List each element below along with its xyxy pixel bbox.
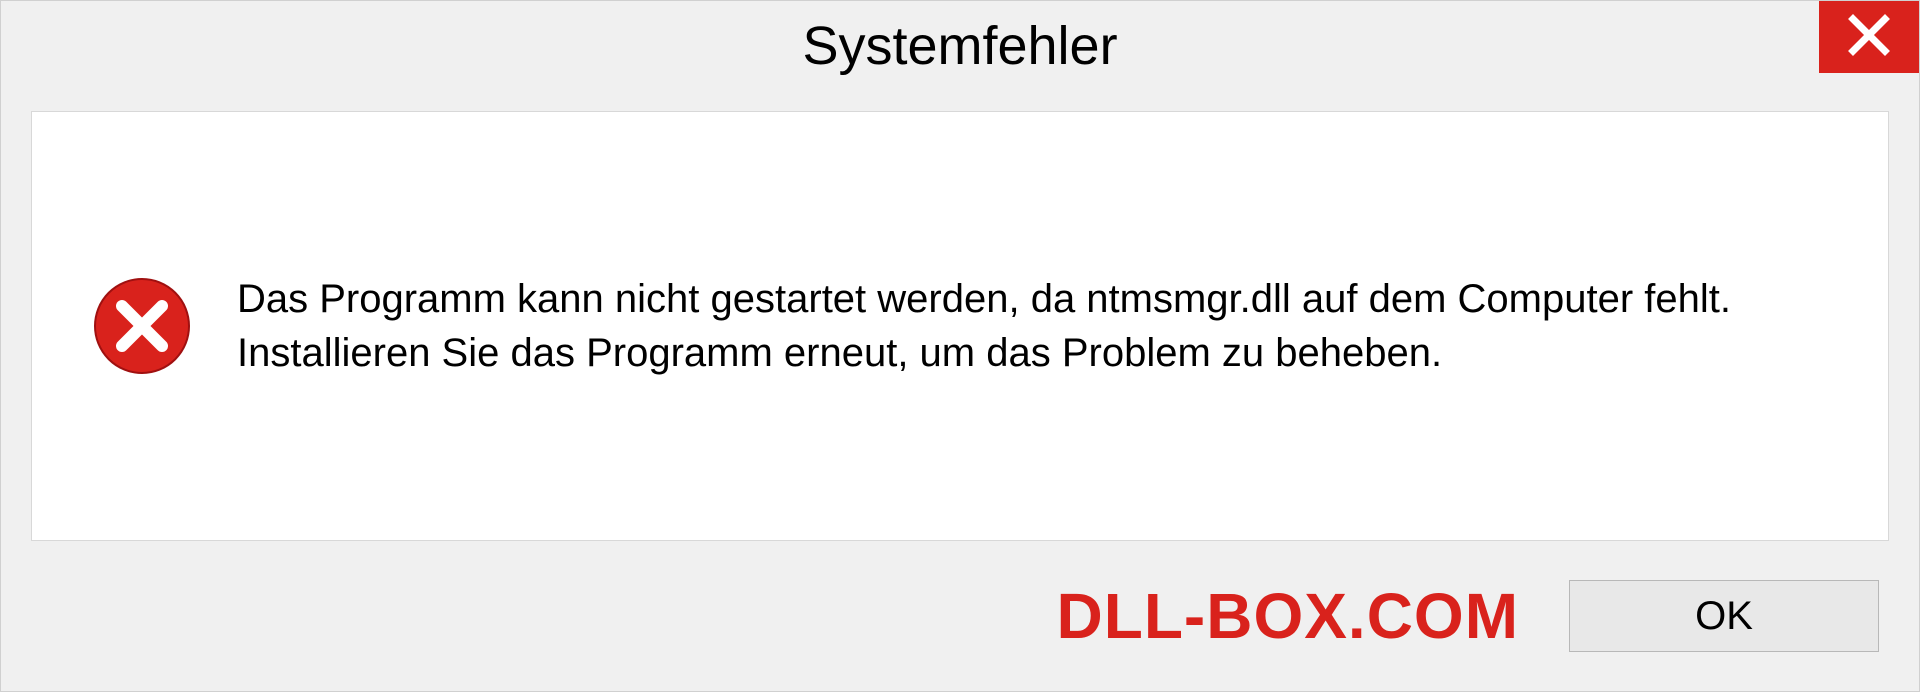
ok-button[interactable]: OK — [1569, 580, 1879, 652]
watermark-text: DLL-BOX.COM — [1057, 579, 1520, 653]
error-icon — [92, 276, 192, 376]
close-button[interactable] — [1819, 1, 1919, 73]
close-icon — [1847, 13, 1891, 62]
title-bar: Systemfehler — [1, 1, 1919, 91]
dialog-title: Systemfehler — [802, 15, 1117, 77]
error-message: Das Programm kann nicht gestartet werden… — [237, 272, 1828, 380]
content-area: Das Programm kann nicht gestartet werden… — [31, 111, 1889, 541]
footer-bar: DLL-BOX.COM OK — [1, 541, 1919, 691]
error-dialog: Systemfehler Das Programm kann nicht ges… — [0, 0, 1920, 692]
